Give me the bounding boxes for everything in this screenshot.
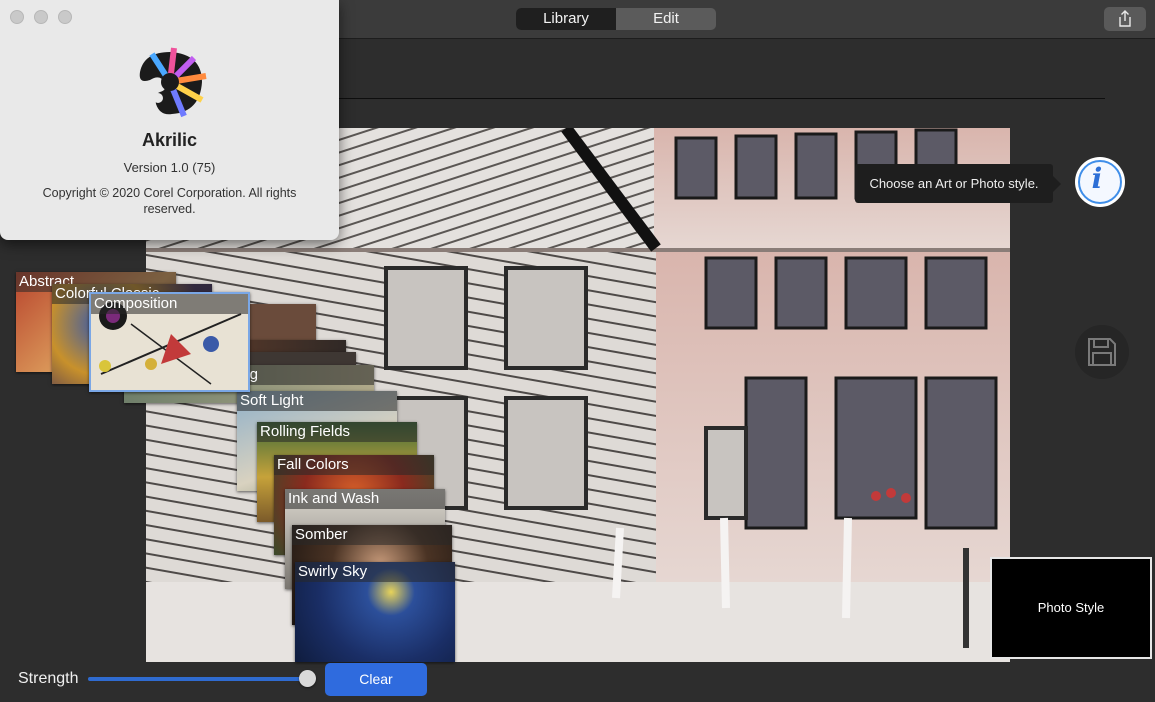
strength-label: Strength <box>18 670 79 687</box>
about-app-name: Akrilic <box>141 130 198 150</box>
style-card-label: Swirly Sky <box>295 562 455 582</box>
share-icon <box>1119 10 1131 27</box>
share-button[interactable] <box>1104 7 1146 31</box>
style-card-label: Somber <box>292 525 452 545</box>
style-card-swirly-sky[interactable]: Swirly Sky <box>295 562 455 662</box>
style-card-label: Fall Colors <box>274 455 434 475</box>
floppy-disk-icon <box>1088 338 1116 366</box>
divider <box>339 98 1105 99</box>
clear-button[interactable]: Clear <box>325 663 427 696</box>
style-card-label: Rolling Fields <box>257 422 417 442</box>
style-card-label: Ink and Wash <box>285 489 445 509</box>
about-version: Version 1.0 (75) <box>123 160 216 175</box>
close-window-button[interactable] <box>10 10 24 24</box>
strength-slider-knob[interactable] <box>299 670 316 687</box>
strength-slider-track[interactable] <box>88 677 310 681</box>
tab-edit[interactable]: Edit <box>616 8 716 30</box>
tab-library[interactable]: Library <box>516 8 616 30</box>
style-card-composition[interactable]: Composition <box>89 292 250 392</box>
about-window: Akrilic Version 1.0 (75) Copyright © 202… <box>0 0 339 240</box>
akrilic-logo-icon <box>139 47 207 118</box>
style-tooltip: Choose an Art or Photo style. <box>855 164 1061 203</box>
view-segmented-control: Library Edit <box>516 8 716 30</box>
about-copyright: Copyright © 2020 Corel Corporation. All … <box>42 186 297 216</box>
style-card-label: Composition <box>91 294 248 314</box>
info-button[interactable]: i <box>1075 157 1125 207</box>
info-glyph: i <box>1091 162 1103 195</box>
zoom-window-button[interactable] <box>58 10 72 24</box>
minimize-window-button[interactable] <box>34 10 48 24</box>
save-button[interactable] <box>1075 325 1129 379</box>
style-card-label: Soft Light <box>237 391 397 411</box>
photo-style-preview[interactable]: Photo Style <box>990 557 1152 659</box>
